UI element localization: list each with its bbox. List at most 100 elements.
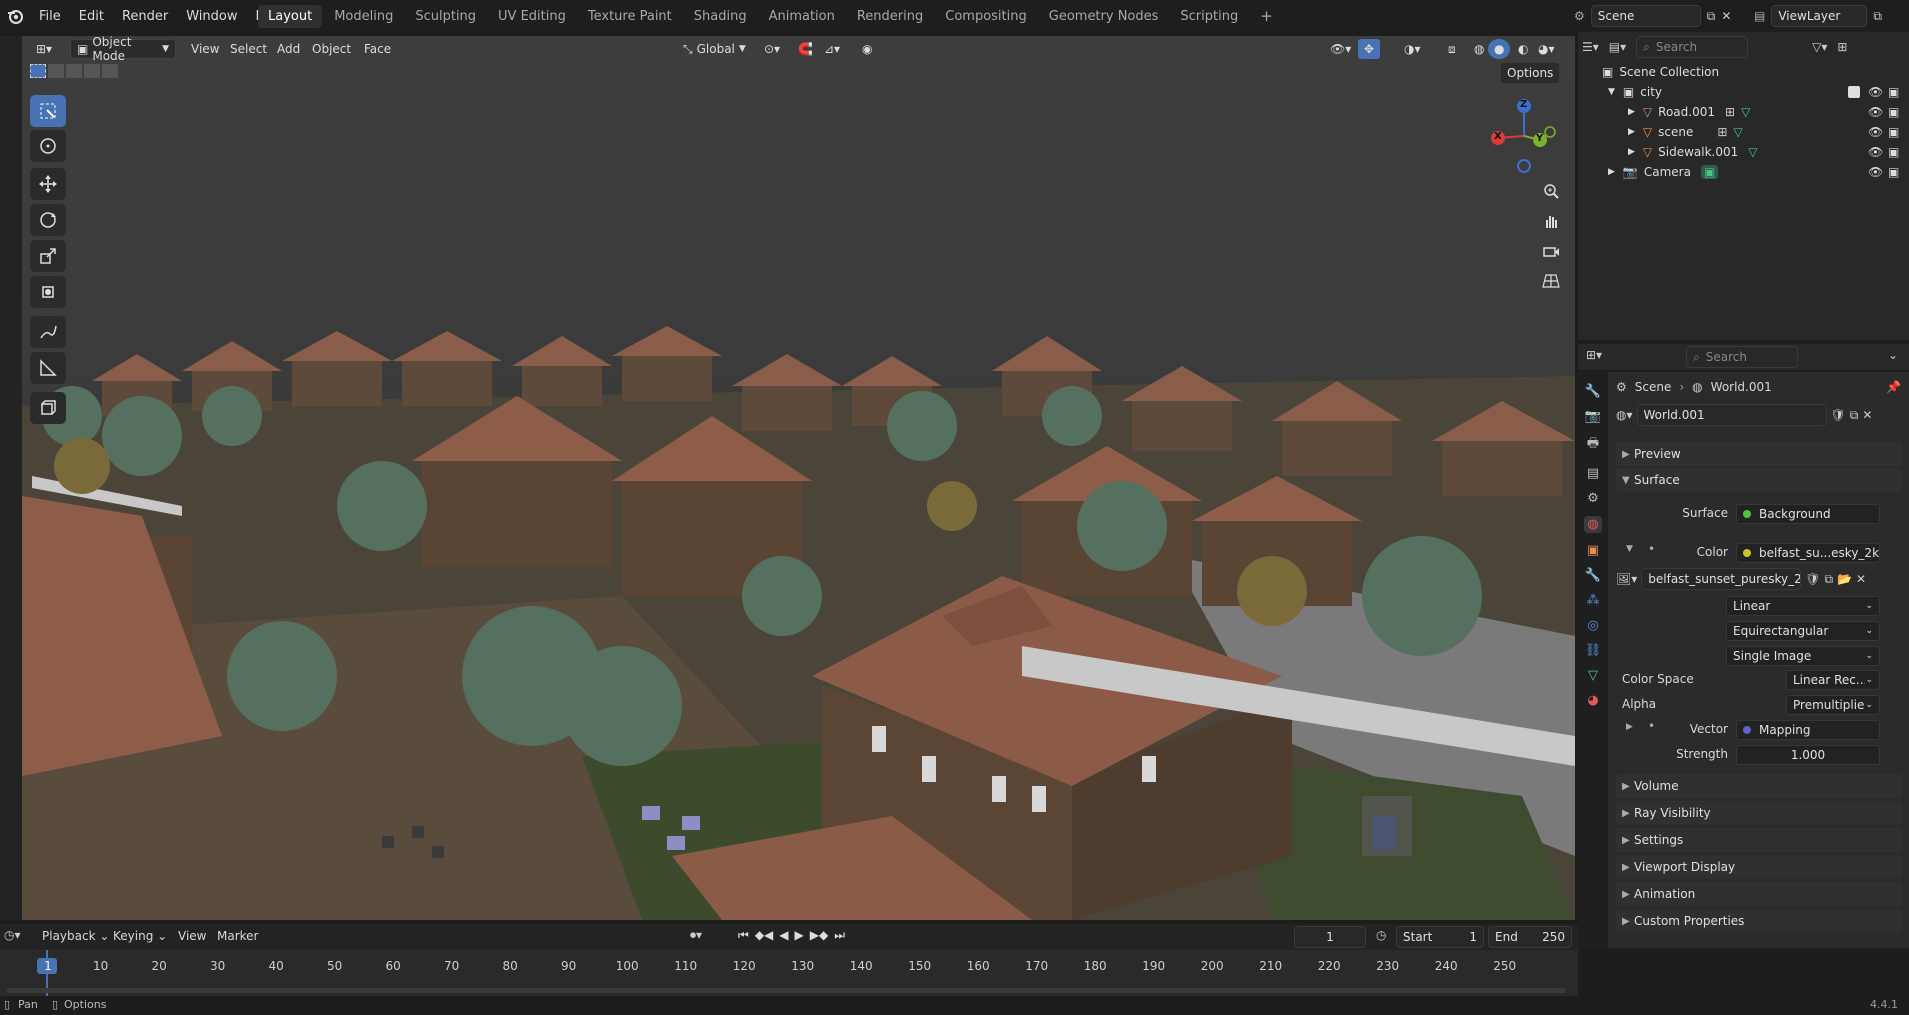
select-box-tool[interactable]	[30, 95, 66, 127]
menu-timeline-view[interactable]: View	[178, 929, 206, 943]
menu-object[interactable]: Object	[306, 39, 357, 59]
properties-search-input[interactable]: ⌕ Search	[1686, 346, 1798, 368]
properties-editor-type-icon[interactable]: ⊞▾	[1586, 348, 1602, 362]
menu-keying[interactable]: Keying ⌄	[113, 929, 167, 943]
tab-shading[interactable]: Shading	[684, 5, 757, 28]
pin-icon[interactable]: 📌	[1886, 380, 1901, 394]
tab-layout[interactable]: Layout	[258, 4, 323, 28]
timeline-scrollbar[interactable]	[6, 988, 1566, 993]
rotate-tool[interactable]	[30, 204, 66, 236]
3d-viewport[interactable]	[22, 36, 1575, 920]
perspective-grid-icon[interactable]	[1538, 268, 1564, 294]
constraints-tab-icon[interactable]: ⛓	[1585, 643, 1602, 658]
menu-view[interactable]: View	[185, 39, 225, 59]
camera-render-icon[interactable]: ▣	[1888, 105, 1899, 119]
select-invert-icon[interactable]	[84, 64, 100, 78]
panel-settings[interactable]: ▶ Settings	[1616, 828, 1902, 852]
menu-edit[interactable]: Edit	[70, 9, 113, 24]
fake-user-icon[interactable]: 🛡	[1805, 572, 1820, 586]
duplicate-icon[interactable]: ⧉	[1850, 408, 1859, 423]
eye-icon[interactable]: 👁	[1868, 85, 1883, 99]
unlink-icon[interactable]: ✕	[1862, 408, 1872, 422]
strength-field[interactable]: 1.000	[1736, 745, 1880, 765]
view-layer-new-icon[interactable]: ⧉	[1873, 9, 1882, 24]
gizmo-toggle-icon[interactable]: ✥	[1358, 39, 1381, 59]
world-name-field[interactable]: World.001	[1636, 404, 1827, 426]
solid-shading-icon[interactable]: ●	[1488, 39, 1511, 59]
color-space-dropdown[interactable]: Linear Rec.... ⌄	[1786, 670, 1880, 690]
outliner-item-city[interactable]: ▼ ▣ city 👁 ▣	[1578, 82, 1909, 102]
tab-compositing[interactable]: Compositing	[935, 5, 1037, 28]
editor-type-icon[interactable]: ⊞▾	[30, 39, 58, 59]
vector-input-field[interactable]: Mapping	[1736, 720, 1880, 740]
navigation-gizmo[interactable]: Z X Y	[1488, 94, 1572, 178]
menu-render[interactable]: Render	[113, 9, 177, 24]
alpha-dropdown[interactable]: Premultiplied ⌄	[1786, 695, 1880, 715]
current-frame-field[interactable]: 1	[1294, 926, 1366, 948]
menu-playback[interactable]: Playback ⌄	[42, 929, 109, 943]
outliner-item-camera[interactable]: ▶ 📷 Camera ▣ 👁 ▣	[1578, 162, 1909, 182]
surface-shader-field[interactable]: Background	[1736, 504, 1880, 524]
visibility-icon[interactable]: 👁▾	[1324, 39, 1357, 59]
image-name-field[interactable]: belfast_sunset_puresky_2...	[1641, 568, 1802, 590]
camera-view-icon[interactable]	[1538, 238, 1564, 264]
auto-keying-icon[interactable]: ⏺▾	[690, 928, 702, 943]
tab-modeling[interactable]: Modeling	[324, 5, 403, 28]
jump-start-icon[interactable]: ⏮	[738, 928, 749, 943]
panel-viewport-display[interactable]: ▶ Viewport Display	[1616, 855, 1902, 879]
outliner-editor-type-icon[interactable]: ☰▾	[1582, 40, 1599, 54]
tab-sculpting[interactable]: Sculpting	[405, 5, 486, 28]
proportional-edit-icon[interactable]: ◉	[856, 39, 878, 59]
cursor-tool[interactable]	[30, 130, 66, 162]
panel-surface[interactable]: ▼ Surface	[1616, 468, 1902, 492]
camera-render-icon[interactable]: ▣	[1888, 125, 1899, 139]
xray-icon[interactable]: ⧈	[1442, 39, 1462, 59]
pivot-icon[interactable]: ⊙▾	[758, 39, 786, 59]
snap-target-icon[interactable]: ⊿▾	[818, 39, 846, 59]
color-input-field[interactable]: belfast_su...esky_2k.exr	[1736, 543, 1880, 563]
camera-render-icon[interactable]: ▣	[1888, 145, 1899, 159]
prev-keyframe-icon[interactable]: ◆◀	[755, 928, 773, 943]
add-cube-tool[interactable]	[30, 392, 66, 424]
tab-scripting[interactable]: Scripting	[1170, 5, 1248, 28]
image-browse-icon[interactable]: 🖼▾	[1616, 572, 1637, 586]
transform-tool[interactable]	[30, 276, 66, 308]
chevron-down-icon[interactable]: ⌄	[1888, 348, 1898, 362]
rendered-shading-icon[interactable]: ◕▾	[1532, 39, 1561, 59]
tool-tab-icon[interactable]: 🔧	[1585, 384, 1601, 399]
world-browse-icon[interactable]: ◍▾	[1616, 408, 1633, 422]
open-image-icon[interactable]: 📂	[1837, 572, 1852, 586]
camera-render-icon[interactable]: ▣	[1888, 85, 1899, 99]
blender-logo-icon[interactable]	[6, 7, 24, 25]
exclude-checkbox[interactable]	[1848, 86, 1860, 98]
material-tab-icon[interactable]: ◕	[1587, 693, 1598, 708]
select-subtract-icon[interactable]	[66, 64, 82, 78]
filter-icon[interactable]: ▽▾	[1812, 40, 1827, 54]
duplicate-icon[interactable]: ⧉	[1825, 572, 1834, 587]
panel-ray-visibility[interactable]: ▶ Ray Visibility	[1616, 801, 1902, 825]
modifier-tab-icon[interactable]: 🔧	[1585, 568, 1601, 583]
physics-tab-icon[interactable]: ◎	[1587, 618, 1598, 633]
scene-tab-icon[interactable]: ⚙	[1587, 491, 1599, 506]
tab-uv-editing[interactable]: UV Editing	[488, 5, 576, 28]
outliner-item-road[interactable]: ▶ ▽ Road.001 ⊞ ▽ 👁 ▣	[1578, 102, 1909, 122]
play-reverse-icon[interactable]: ◀	[779, 928, 788, 943]
view-layer-tab-icon[interactable]: ▤	[1587, 466, 1599, 481]
menu-face[interactable]: Face	[358, 39, 397, 59]
particles-tab-icon[interactable]: ⁂	[1587, 593, 1600, 608]
snap-icon[interactable]: 🧲	[792, 39, 819, 59]
world-tab-icon[interactable]: ◍	[1584, 516, 1602, 533]
outliner-item-sidewalk[interactable]: ▶ ▽ Sidewalk.001 ▽ 👁 ▣	[1578, 142, 1909, 162]
unlink-icon[interactable]: ✕	[1856, 572, 1866, 586]
new-collection-icon[interactable]: ⊞	[1837, 40, 1847, 54]
panel-volume[interactable]: ▶ Volume	[1616, 774, 1902, 798]
eye-icon[interactable]: 👁	[1868, 165, 1883, 179]
add-workspace-icon[interactable]: +	[1250, 3, 1283, 29]
select-extend-icon[interactable]	[48, 64, 64, 78]
menu-window[interactable]: Window	[177, 9, 246, 24]
fake-user-icon[interactable]: 🛡	[1831, 408, 1846, 422]
panel-animation[interactable]: ▶ Animation	[1616, 882, 1902, 906]
outliner-item-scene[interactable]: ▶ ▽ scene ⊞ ▽ 👁 ▣	[1578, 122, 1909, 142]
tab-rendering[interactable]: Rendering	[847, 5, 933, 28]
start-frame-field[interactable]: Start 1	[1396, 926, 1484, 948]
